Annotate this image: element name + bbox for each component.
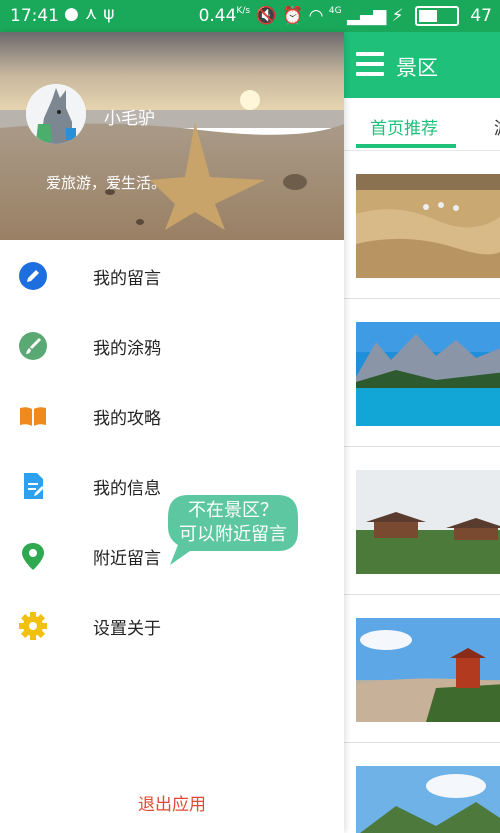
username: 小毛驴	[104, 109, 155, 129]
tab-indicator	[356, 144, 456, 148]
signal-icon: ▂▄▆	[346, 6, 387, 26]
menu-item-settings-about[interactable]: 设置关于	[0, 590, 344, 660]
scenic-card-lake[interactable]	[356, 322, 500, 426]
usb-icon: ψ	[103, 4, 121, 24]
menu-item-label: 我的留言	[93, 269, 161, 289]
menu-item-my-graffiti[interactable]: 我的涂鸦	[0, 310, 344, 380]
network-type: 4G	[328, 6, 342, 16]
menu-item-label: 我的信息	[93, 479, 161, 499]
notification-icons: ●⋏ψ	[64, 4, 121, 24]
scenic-card-mountain[interactable]	[356, 766, 500, 833]
divider	[344, 594, 500, 595]
brush-icon	[19, 332, 47, 360]
gear-icon	[19, 612, 47, 640]
scenic-card-tower[interactable]	[356, 618, 500, 722]
menu-item-label: 我的攻略	[93, 409, 161, 429]
status-bar: 17:41 ●⋏ψ 0.44K/s 🔇 ⏰ ◠ 4G ▂▄▆ ⚡ 47	[0, 0, 500, 32]
menu-item-label: 我的涂鸦	[93, 339, 161, 359]
share-icon: ⋏	[84, 4, 104, 24]
user-motto: 爱旅游，爱生活。	[46, 174, 167, 192]
location-pin-icon	[22, 543, 44, 570]
lake-image	[356, 322, 500, 426]
status-time: 17:41	[10, 6, 59, 26]
nearby-tip-bubble: 不在景区？ 可以附近留言	[168, 495, 302, 565]
donkey-avatar	[26, 84, 86, 144]
menu-item-label: 附近留言	[93, 549, 161, 569]
status-right: 0.44K/s 🔇 ⏰ ◠ 4G ▂▄▆ ⚡ 47	[199, 6, 492, 26]
logout-button[interactable]: 退出应用	[0, 790, 344, 815]
tab-next[interactable]: 游	[494, 114, 500, 139]
bubble-line-2: 可以附近留言	[179, 524, 287, 545]
chat-icon: ●	[64, 4, 85, 24]
toolbar: 景区	[344, 32, 500, 98]
menu-item-my-messages[interactable]: 我的留言	[0, 240, 344, 310]
menu-item-my-guides[interactable]: 我的攻略	[0, 380, 344, 450]
document-icon	[24, 473, 44, 499]
nav-drawer: 小毛驴 爱旅游，爱生活。 我的留言 我的涂鸦 我的攻略 我的信息 附近留言 设置…	[0, 32, 344, 833]
book-icon	[20, 407, 46, 426]
menu-icon[interactable]	[356, 52, 384, 76]
pencil-icon	[19, 262, 47, 290]
battery-level: 47	[470, 6, 492, 26]
desert-image	[356, 174, 500, 278]
charging-icon: ⚡	[391, 6, 404, 26]
tower-image	[356, 618, 500, 722]
divider	[344, 742, 500, 743]
network-speed: 0.44	[198, 6, 237, 26]
menu-item-label: 设置关于	[93, 619, 161, 639]
wifi-icon: ◠	[308, 6, 324, 26]
avatar[interactable]	[26, 84, 86, 144]
tab-recommend[interactable]: 首页推荐	[370, 114, 438, 139]
battery-icon	[414, 6, 459, 26]
mute-icon: 🔇	[255, 6, 277, 26]
mountain-image	[356, 766, 500, 833]
divider	[344, 298, 500, 299]
scenic-card-pavilion[interactable]	[356, 470, 500, 574]
bubble-line-1: 不在景区？	[188, 500, 278, 521]
scenic-card-desert[interactable]	[356, 174, 500, 278]
speed-unit: K/s	[236, 6, 251, 16]
divider	[344, 446, 500, 447]
pavilion-image	[356, 470, 500, 574]
drawer-header: 小毛驴 爱旅游，爱生活。	[0, 32, 344, 240]
main-content: 景区 首页推荐 游	[344, 32, 500, 833]
toolbar-title: 景区	[396, 56, 438, 80]
bubble-text: 不在景区？ 可以附近留言	[168, 499, 298, 547]
alarm-icon: ⏰	[282, 6, 304, 26]
